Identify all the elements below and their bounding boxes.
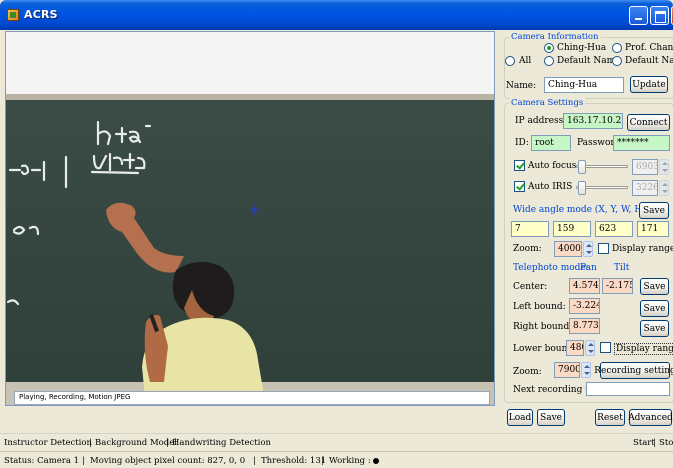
ip-label: IP address: xyxy=(515,116,567,126)
video-view[interactable] xyxy=(5,31,495,406)
password-field[interactable]: ******* xyxy=(613,135,670,151)
left-bound-field[interactable]: -3.224 xyxy=(569,298,600,314)
status-threshold: Threshold: 131 xyxy=(261,456,327,466)
background-model-tab[interactable]: Background Model xyxy=(95,438,177,448)
center-pan-field[interactable]: 4.574 xyxy=(569,278,600,294)
auto-iris-slider-thumb[interactable] xyxy=(578,181,586,195)
minimize-button[interactable] xyxy=(629,6,648,25)
connect-button[interactable]: Connect xyxy=(627,114,670,131)
load-button[interactable]: Load xyxy=(507,409,533,426)
status-separator: | xyxy=(253,456,256,466)
right-bound-field[interactable]: 8.773 xyxy=(569,318,600,334)
wide-angle-save-button[interactable]: Save xyxy=(639,202,669,219)
wide-w-field[interactable]: 623 xyxy=(595,221,633,237)
auto-focus-label: Auto focus xyxy=(528,161,577,171)
zoom-field[interactable]: 4000 xyxy=(554,241,582,257)
right-bound-save-button[interactable]: Save xyxy=(640,320,669,337)
camera-panel: Camera Information All Ching-Hua Prof. C… xyxy=(502,31,673,430)
status-pixel-count: Moving object pixel count: 827, 0, 0 xyxy=(90,456,246,466)
display-range-2-label: Display range xyxy=(614,343,673,355)
next-recording-field[interactable] xyxy=(586,382,670,396)
handwriting-detection-tab[interactable]: Handwriting Detection xyxy=(172,438,271,448)
status-camera: Status: Camera 1 xyxy=(4,456,80,466)
name-label: Name: xyxy=(506,81,537,91)
status-working: Working : xyxy=(329,456,379,466)
title-bar: ACRS xyxy=(0,0,673,30)
radio-prof-chang-label: Prof. Chang xyxy=(625,43,673,53)
wide-h-field[interactable]: 171 xyxy=(637,221,669,237)
zoom-label: Zoom: xyxy=(513,244,542,254)
auto-focus-spinner-icon xyxy=(659,159,669,175)
bottom-toolbar: Instructor Detection | Background Model … xyxy=(0,433,673,451)
classroom-video-image xyxy=(6,32,494,405)
center-tilt-field[interactable]: -2.175 xyxy=(602,278,633,294)
ip-address-field[interactable]: 163.17.10.231: xyxy=(563,113,623,129)
advanced-button[interactable]: Advanced xyxy=(628,409,673,426)
start-button[interactable]: Start xyxy=(633,438,655,448)
auto-focus-value: 6903 xyxy=(632,159,658,175)
save-button[interactable]: Save xyxy=(537,409,565,426)
update-button[interactable]: Update xyxy=(630,76,668,93)
wide-angle-label: Wide angle mode (X, Y, W, H): xyxy=(513,205,649,215)
auto-iris-checkbox[interactable] xyxy=(514,181,525,192)
radio-ching-hua-label: Ching-Hua xyxy=(557,43,607,53)
radio-all-label: All xyxy=(519,56,532,66)
maximize-button[interactable] xyxy=(650,6,669,25)
zoom-2-field[interactable]: 7900 xyxy=(554,362,580,378)
status-working-label: Working : xyxy=(329,456,371,466)
pan-label: Pan xyxy=(580,263,597,273)
stop-button[interactable]: Stop xyxy=(659,438,673,448)
display-range-checkbox[interactable] xyxy=(598,243,609,254)
left-bound-label: Left bound: xyxy=(513,302,566,312)
name-field[interactable]: Ching-Hua xyxy=(544,77,624,93)
zoom-2-spinner-icon[interactable] xyxy=(581,362,591,378)
instructor-detection-tab[interactable]: Instructor Detection xyxy=(4,438,92,448)
zoom-2-label: Zoom: xyxy=(513,367,542,377)
camera-info-legend: Camera Information xyxy=(509,32,601,42)
radio-prof-chang[interactable] xyxy=(612,43,622,53)
radio-default-name-1[interactable] xyxy=(544,56,554,66)
lower-bound-field[interactable]: 480 xyxy=(566,340,584,356)
left-bound-save-button[interactable]: Save xyxy=(640,300,669,317)
working-indicator-icon xyxy=(372,457,379,464)
radio-default-name-2[interactable] xyxy=(612,56,622,66)
recording-setting-button[interactable]: Recording setting xyxy=(594,362,673,379)
app-icon xyxy=(7,9,19,21)
auto-iris-value: 3226 xyxy=(632,180,658,196)
tab-separator: | xyxy=(89,438,92,448)
video-status-caption: Playing, Recording, Motion JPEG xyxy=(14,391,490,405)
status-separator: | xyxy=(321,456,324,466)
display-range-2-checkbox[interactable] xyxy=(600,342,611,353)
status-bar: Status: Camera 1 | Moving object pixel c… xyxy=(0,451,673,468)
radio-all[interactable] xyxy=(505,56,515,66)
right-bound-label: Right bound: xyxy=(513,322,573,332)
radio-default-name-1-label: Default Name xyxy=(557,56,621,66)
center-label: Center: xyxy=(513,282,548,292)
window-title: ACRS xyxy=(24,8,58,21)
status-separator: | xyxy=(82,456,85,466)
auto-iris-spinner-icon xyxy=(659,180,669,196)
wide-y-field[interactable]: 159 xyxy=(553,221,591,237)
radio-default-name-2-label: Default Name xyxy=(625,56,673,66)
center-save-button[interactable]: Save xyxy=(640,278,669,295)
telephoto-label: Telephoto mode: xyxy=(513,263,589,273)
reset-button[interactable]: Reset xyxy=(595,409,625,426)
auto-focus-checkbox[interactable] xyxy=(514,160,525,171)
camera-settings-legend: Camera Settings xyxy=(509,98,586,108)
auto-focus-slider-thumb[interactable] xyxy=(578,160,586,174)
id-label: ID: xyxy=(515,138,529,148)
wide-x-field[interactable]: 7 xyxy=(511,221,549,237)
tab-separator: | xyxy=(653,438,656,448)
lower-bound-spinner-icon[interactable] xyxy=(585,340,595,356)
radio-ching-hua[interactable] xyxy=(544,43,554,53)
tab-separator: | xyxy=(166,438,169,448)
display-range-label: Display range xyxy=(612,244,673,254)
id-field[interactable]: root xyxy=(531,135,571,151)
tilt-label: Tilt xyxy=(614,263,630,273)
auto-iris-label: Auto IRIS xyxy=(528,182,573,192)
zoom-spinner-icon[interactable] xyxy=(583,241,593,257)
